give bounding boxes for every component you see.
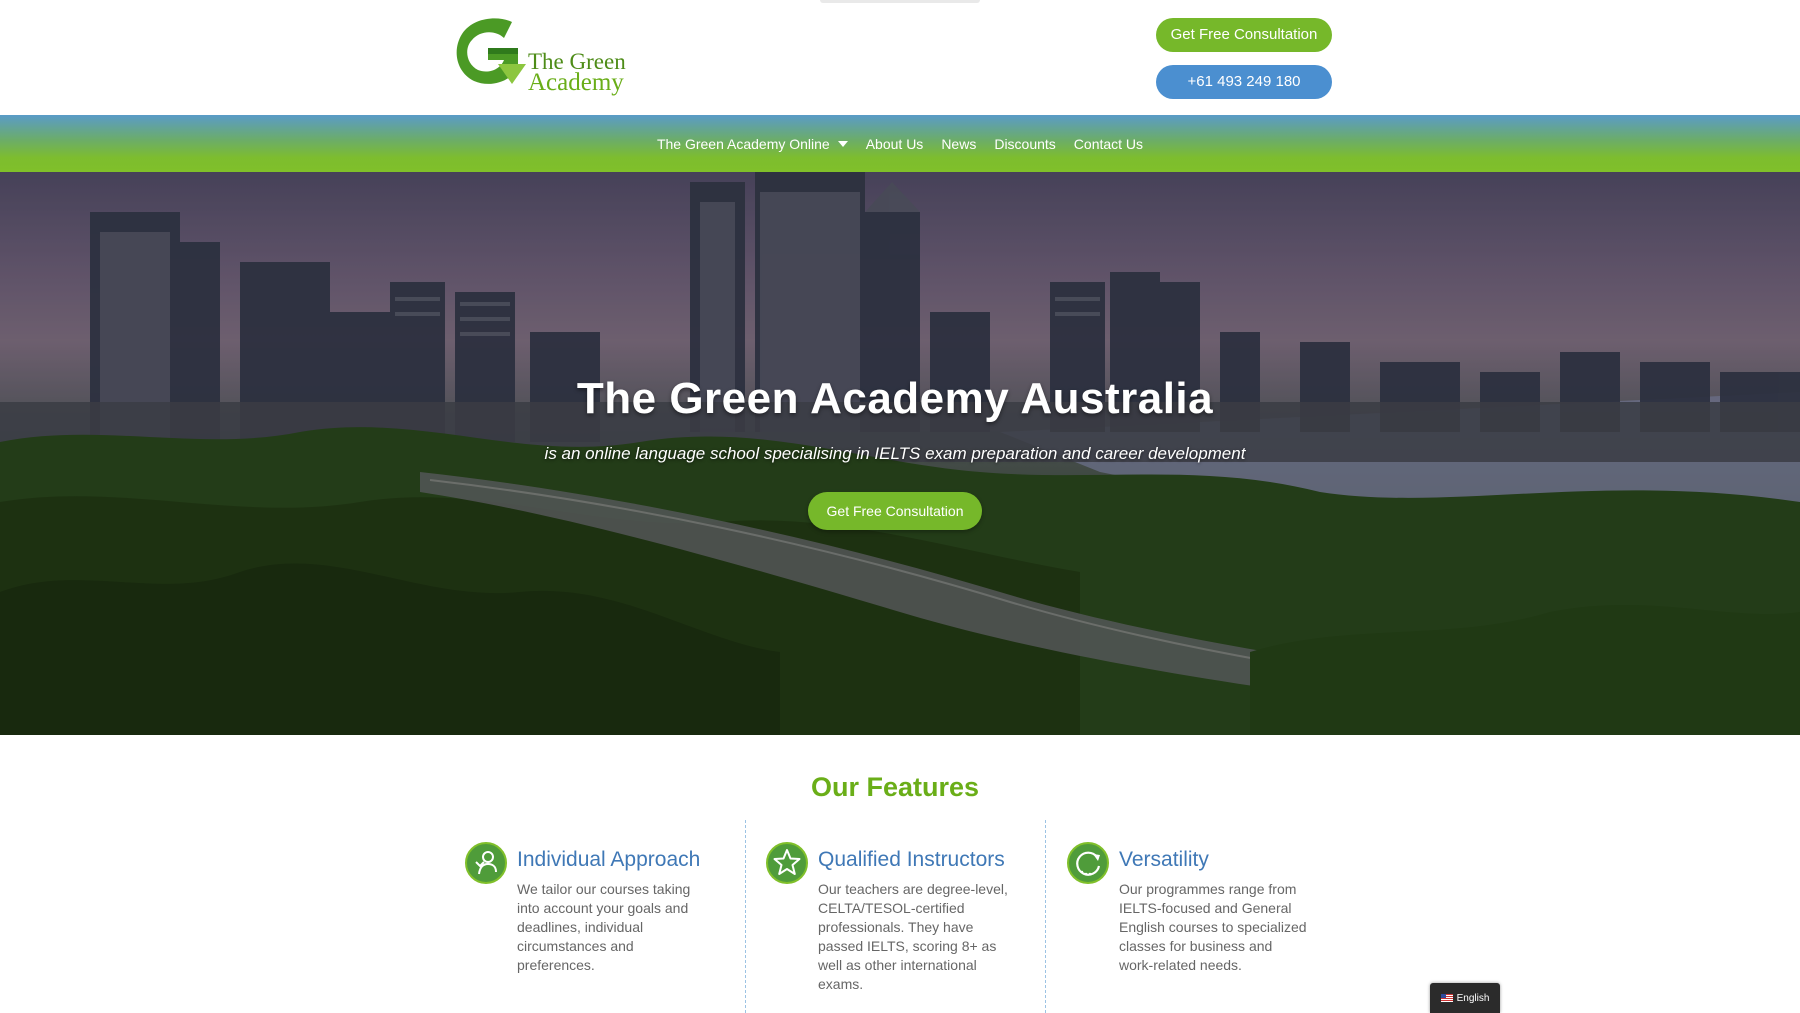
nav-item-contact[interactable]: Contact Us [1074,136,1143,152]
hero-section: The Green Academy Australia is an online… [0,172,1800,735]
refresh-icon [1067,842,1109,884]
top-tab [820,0,980,3]
header-phone-button[interactable]: +61 493 249 180 [1156,65,1332,99]
feature-divider [1045,820,1046,1013]
main-nav: The Green Academy Online About Us News D… [0,115,1800,172]
feature-individual-approach: Individual Approach We tailor our course… [465,820,725,1013]
language-switcher[interactable]: English [1430,983,1500,1013]
feature-qualified-instructors: Qualified Instructors Our teachers are d… [766,820,1026,1013]
chevron-down-icon [837,141,848,147]
feature-divider [745,820,746,1013]
star-icon [766,842,808,884]
feature-versatility: Versatility Our programmes range from IE… [1067,820,1327,1013]
nav-item-online[interactable]: The Green Academy Online [657,136,848,152]
hero-consultation-button[interactable]: Get Free Consultation [808,492,982,530]
hero-subtitle: is an online language school specialisin… [544,444,1246,463]
logo-text-line2: Academy [528,69,624,96]
header-consultation-button[interactable]: Get Free Consultation [1156,18,1332,52]
hero-title: The Green Academy Australia [576,374,1214,423]
us-flag-icon [1440,994,1453,1002]
site-logo[interactable]: The Green Academy [452,18,632,98]
nav-list: The Green Academy Online About Us News D… [0,115,1800,172]
nav-item-online-label: The Green Academy Online [656,135,830,152]
feature-title: Qualified Instructors [818,848,1005,871]
feature-title: Versatility [1119,848,1209,871]
person-icon [465,842,507,884]
feature-title: Individual Approach [517,848,701,871]
site-header: The Green Academy Get Free Consultation … [0,0,1800,115]
language-label: English [1456,992,1490,1004]
feature-text: We tailor our courses taking into accoun… [517,881,691,973]
nav-item-news[interactable]: News [941,136,976,152]
feature-text: Our programmes range from IELTS-focused … [1119,881,1307,973]
features-heading: Our Features [810,772,980,802]
logo-g-icon [456,18,526,84]
nav-item-discounts[interactable]: Discounts [994,136,1055,152]
feature-text: Our teachers are degree-level, CELTA/TES… [818,881,1008,992]
nav-item-about[interactable]: About Us [866,136,924,152]
